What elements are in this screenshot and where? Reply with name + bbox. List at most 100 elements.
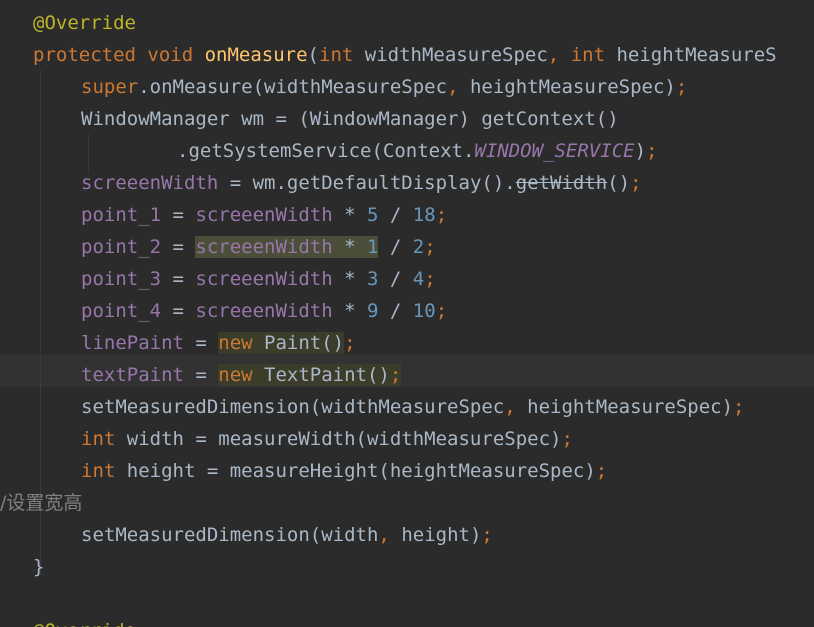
code-token: = [161,300,196,322]
code-token: setMeasuredDimension(width [81,524,379,546]
code-line[interactable]: /设置宽高 [0,487,82,519]
code-token: screeenWidth [195,204,333,226]
code-token: = [161,204,196,226]
code-token: 5 [367,204,379,226]
code-line[interactable]: setMeasuredDimension(widthMeasureSpec, h… [81,391,745,423]
code-token: height) [401,524,482,546]
code-token: ; [389,364,402,386]
code-line[interactable]: } [33,551,44,583]
code-token: screeenWidth [81,172,219,194]
code-token: ; [646,140,658,162]
code-line[interactable]: WindowManager wm = (WindowManager) getCo… [81,103,619,135]
code-line[interactable]: linePaint = new Paint(); [81,327,356,359]
code-line[interactable]: protected void onMeasure( int widthMeasur… [33,39,777,71]
code-token: @Override [33,12,136,34]
code-token: / [378,268,413,290]
code-token: , [378,524,402,546]
code-token: 1 [367,236,379,258]
code-line[interactable]: setMeasuredDimension(width, height); [81,519,493,551]
code-token: point_2 [81,236,162,258]
code-token: setMeasuredDimension(widthMeasureSpec [81,396,505,418]
code-editor[interactable]: @Override protected void onMeasure( int wi… [0,0,814,627]
code-line[interactable]: textPaint = new TextPaint(); [81,359,402,391]
code-token: } [33,556,45,578]
code-token: = [183,332,219,354]
code-line[interactable]: point_4 = screeenWidth * 9 / 10; [81,295,447,327]
code-line[interactable]: point_1 = screeenWidth * 5 / 18; [81,199,447,231]
code-token: ; [344,332,356,354]
code-token: super [81,76,139,98]
code-token: screeenWidth [195,268,333,290]
code-token: * [332,300,368,322]
code-token: getWidth [515,172,608,194]
code-token: = [183,364,219,386]
code-token: onMeasure [204,44,308,66]
code-token: WindowManager wm = (WindowManager) getCo… [81,108,619,130]
code-token: ; [435,300,448,322]
code-line[interactable]: @Override [33,615,136,627]
code-line[interactable]: point_2 = screeenWidth * 1 / 2; [81,231,436,263]
code-token: screeenWidth [195,300,333,322]
code-token: 3 [367,268,379,290]
code-token: 4 [412,268,425,290]
code-token: screeenWidth [195,236,333,258]
code-token: heightMeasureSpec) [527,396,734,418]
code-line[interactable]: point_3 = screeenWidth * 3 / 4; [81,263,436,295]
code-token: , [447,76,470,98]
code-token: 9 [367,300,379,322]
code-token: Paint() [264,332,345,354]
code-token: int [570,44,617,66]
code-token: protected [33,44,148,66]
code-token: new [218,364,265,386]
code-line[interactable]: .getSystemService(Context.WINDOW_SERVICE… [177,135,657,167]
code-token: ; [481,524,493,546]
code-line[interactable]: screeenWidth = wm.getDefaultDisplay().ge… [81,167,642,199]
code-token: ; [561,428,573,450]
code-token: /设置宽高 [0,492,83,514]
code-token: 10 [412,300,436,322]
code-token: widthMeasureSpec [364,44,548,66]
code-token: heightMeasureS [616,44,777,66]
code-token: new [218,332,265,354]
code-token: linePaint [81,332,184,354]
code-token: ( [307,44,319,66]
code-token: ; [630,172,642,194]
code-token: point_3 [81,268,162,290]
code-token: height = measureHeight(heightMeasureSpec… [126,460,596,482]
code-token: / [378,300,413,322]
code-token: , [504,396,528,418]
code-token: width = measureWidth(widthMeasureSpec) [126,428,562,450]
code-token: ; [595,460,608,482]
code-token: .onMeasure(widthMeasureSpec [138,76,448,98]
code-token: ; [733,396,745,418]
code-token: ; [424,268,436,290]
code-token: void [147,44,205,66]
code-token: = [161,236,196,258]
code-line[interactable]: int width = measureWidth(widthMeasureSpe… [81,423,573,455]
code-token: TextPaint() [264,364,390,386]
code-token: @Override [33,620,136,627]
code-token: = wm.getDefaultDisplay(). [218,172,516,194]
code-token: / [378,204,413,226]
code-token: point_1 [81,204,162,226]
code-token: int [81,460,127,482]
code-token: * [332,268,368,290]
code-token: 18 [412,204,436,226]
code-token: * [332,204,368,226]
code-token: ; [424,236,436,258]
code-line[interactable]: @Override [33,7,136,39]
code-token: / [378,236,413,258]
code-line[interactable]: int height = measureHeight(heightMeasure… [81,455,607,487]
code-token: , [547,44,571,66]
code-token: () [607,172,631,194]
code-token: int [81,428,127,450]
code-token: textPaint [81,364,184,386]
code-token: 2 [412,236,425,258]
code-line[interactable]: super.onMeasure(widthMeasureSpec, height… [81,71,687,103]
code-token: ) [634,140,647,162]
code-token: point_4 [81,300,162,322]
code-token: ; [435,204,448,226]
code-token: WINDOW_SERVICE [474,140,635,162]
code-token: heightMeasureSpec) [469,76,676,98]
code-token: ; [675,76,688,98]
